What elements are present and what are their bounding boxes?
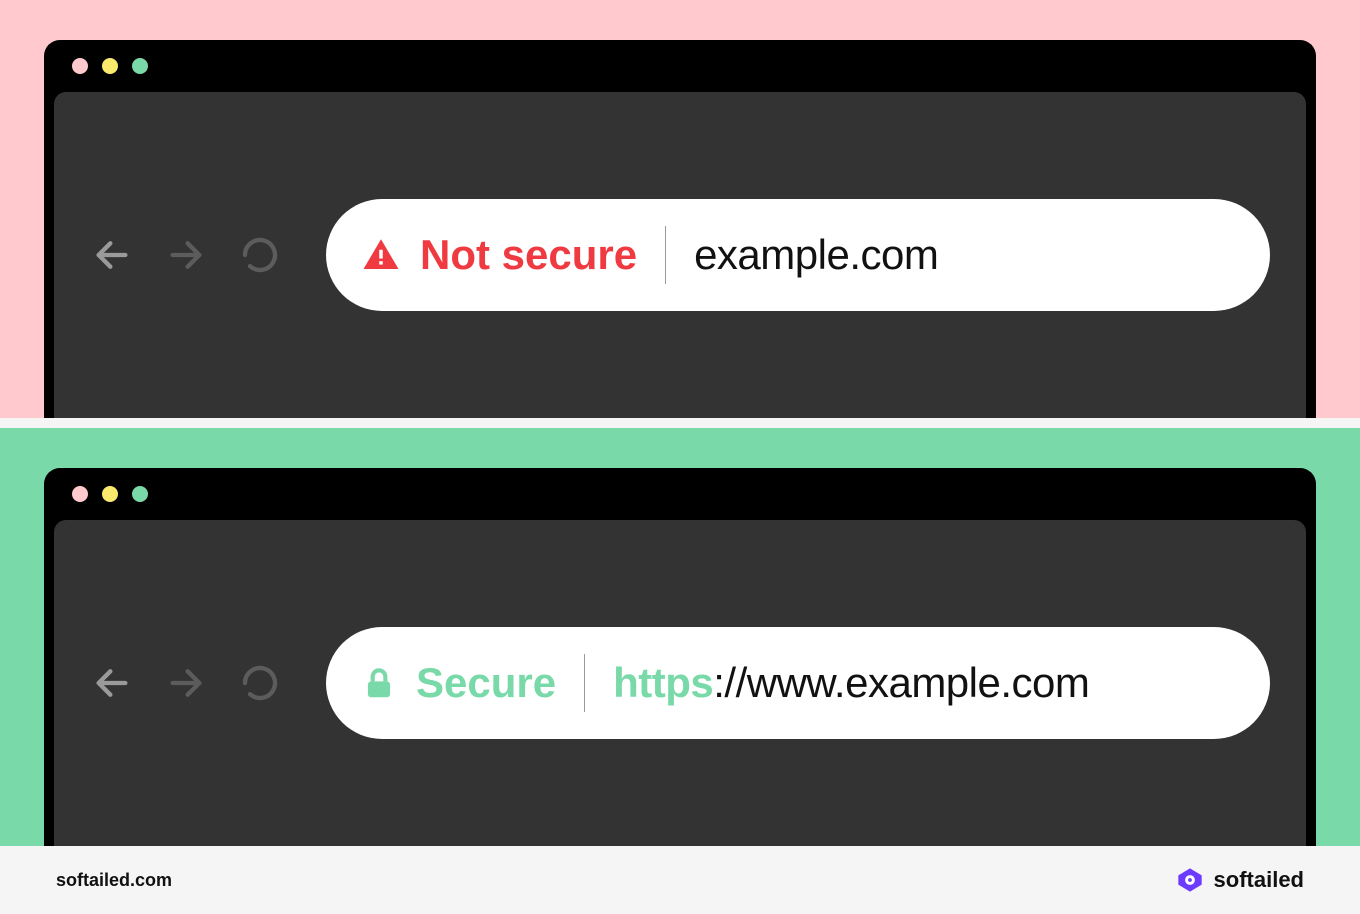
browser-window-insecure: Not secure example.com xyxy=(44,40,1316,418)
window-titlebar xyxy=(44,40,1316,92)
window-close-dot[interactable] xyxy=(72,58,88,74)
window-close-dot[interactable] xyxy=(72,486,88,502)
brand-logo-icon xyxy=(1176,866,1204,894)
browser-toolbar: Not secure example.com xyxy=(54,92,1306,418)
address-divider xyxy=(665,226,666,284)
address-bar[interactable]: Not secure example.com xyxy=(326,199,1270,311)
address-divider xyxy=(584,654,585,712)
window-minimize-dot[interactable] xyxy=(102,58,118,74)
security-status-label: Secure xyxy=(416,659,556,707)
footer: softailed.com softailed xyxy=(0,846,1360,914)
security-status-label: Not secure xyxy=(420,231,637,279)
reload-button[interactable] xyxy=(238,233,282,277)
browser-window-secure: Secure https://www.example.com xyxy=(44,468,1316,846)
back-button[interactable] xyxy=(90,233,134,277)
window-titlebar xyxy=(44,468,1316,520)
back-button[interactable] xyxy=(90,661,134,705)
forward-button[interactable] xyxy=(164,233,208,277)
window-minimize-dot[interactable] xyxy=(102,486,118,502)
window-maximize-dot[interactable] xyxy=(132,58,148,74)
insecure-panel: Not secure example.com xyxy=(0,0,1360,418)
secure-panel: Secure https://www.example.com xyxy=(0,428,1360,846)
url-scheme: https xyxy=(613,659,713,706)
brand-name: softailed xyxy=(1214,867,1304,893)
browser-toolbar: Secure https://www.example.com xyxy=(54,520,1306,846)
url-text: https://www.example.com xyxy=(613,659,1089,707)
alert-triangle-icon xyxy=(360,234,402,276)
url-rest: ://www.example.com xyxy=(713,659,1089,706)
window-maximize-dot[interactable] xyxy=(132,486,148,502)
forward-button[interactable] xyxy=(164,661,208,705)
footer-site-text: softailed.com xyxy=(56,870,172,891)
url-text: example.com xyxy=(694,231,938,279)
brand: softailed xyxy=(1176,866,1304,894)
lock-icon xyxy=(360,664,398,702)
address-bar[interactable]: Secure https://www.example.com xyxy=(326,627,1270,739)
reload-button[interactable] xyxy=(238,661,282,705)
